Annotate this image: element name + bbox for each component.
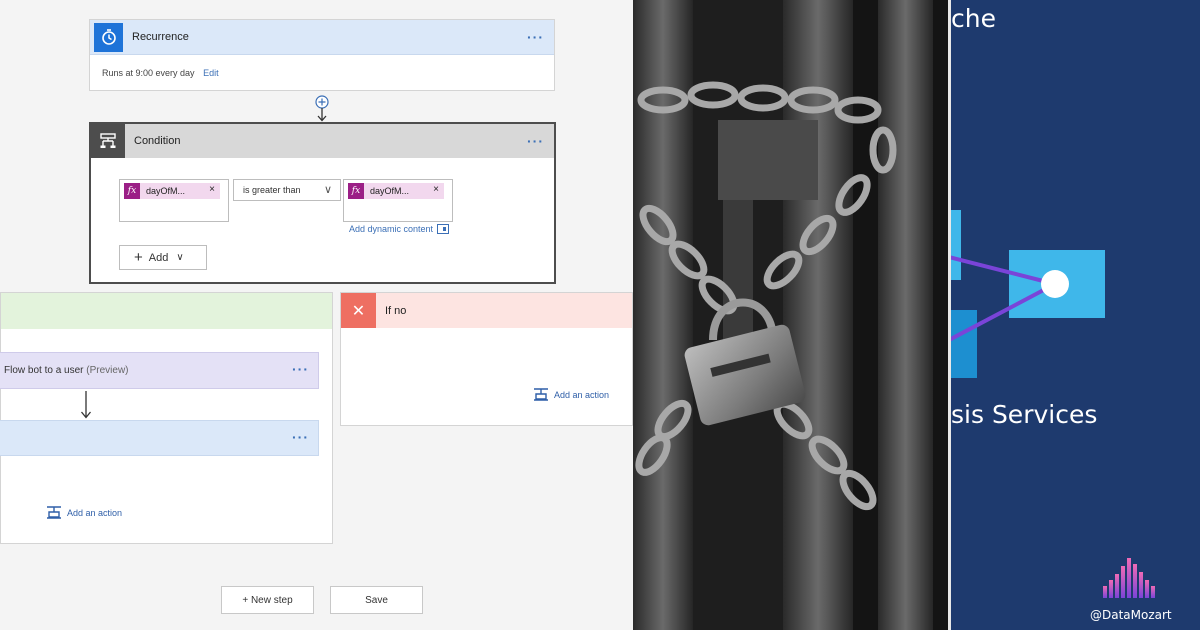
alarm-clock-icon xyxy=(94,22,123,52)
condition-card[interactable]: Condition ··· fx dayOfM... × is greater … xyxy=(89,122,556,284)
title-fragment-bottom: sis Services xyxy=(951,400,1098,429)
add-condition-button[interactable]: + Add ∨ xyxy=(119,245,207,270)
chained-padlock-photo xyxy=(633,0,948,630)
recurrence-runs-text: Runs at 9:00 every day xyxy=(102,68,195,78)
recurrence-card[interactable]: Recurrence ··· Runs at 9:00 every day Ed… xyxy=(89,19,555,91)
operator-value: is greater than xyxy=(243,185,301,195)
recurrence-header[interactable]: Recurrence ··· xyxy=(90,20,554,55)
if-no-header[interactable]: ✕ If no xyxy=(341,293,632,328)
down-arrow-connector xyxy=(80,391,92,419)
save-button[interactable]: Save xyxy=(330,586,423,614)
flow-designer: Recurrence ··· Runs at 9:00 every day Ed… xyxy=(0,0,633,630)
preview-tag: (Preview) xyxy=(86,365,129,376)
analysis-services-panel: che sis Services @DataMozart xyxy=(951,0,1200,630)
add-action-label: Add an action xyxy=(67,507,123,518)
condition-right-operand[interactable]: fx dayOfM... × xyxy=(343,179,453,222)
add-action-button-yes[interactable]: Add an action xyxy=(46,506,122,519)
expression-fx-icon: fx xyxy=(124,183,140,199)
plus-icon: + xyxy=(134,249,143,266)
flow-bot-action-card[interactable]: Flow bot to a user (Preview) ··· xyxy=(0,352,319,389)
new-step-button[interactable]: + New step xyxy=(221,586,314,614)
dynamic-token[interactable]: fx dayOfM... × xyxy=(348,183,444,199)
condition-menu-button[interactable]: ··· xyxy=(527,133,544,149)
flow-bot-title: Flow bot to a user (Preview) xyxy=(4,365,129,376)
if-no-branch: ✕ If no xyxy=(340,292,633,426)
title-fragment-top: che xyxy=(951,4,996,33)
recurrence-menu-button[interactable]: ··· xyxy=(527,29,544,45)
if-yes-header[interactable] xyxy=(1,293,332,329)
close-icon: ✕ xyxy=(341,293,376,328)
expression-fx-icon: fx xyxy=(348,183,364,199)
author-handle: @DataMozart xyxy=(1090,608,1172,622)
insert-step-connector[interactable] xyxy=(314,93,330,123)
token-label: dayOfM... xyxy=(146,186,186,196)
analysis-services-icon xyxy=(951,210,1105,378)
add-label: Add xyxy=(148,251,169,264)
dynamic-content-label: Add dynamic content xyxy=(349,224,434,234)
condition-title: Condition xyxy=(134,135,181,147)
add-action-icon xyxy=(47,506,61,519)
add-action-icon xyxy=(534,388,548,401)
dynamic-content-icon xyxy=(437,224,450,234)
add-action-button-no[interactable]: Add an action xyxy=(533,388,609,401)
recurrence-title: Recurrence xyxy=(132,31,189,43)
action-card[interactable]: ··· xyxy=(0,420,319,456)
chevron-down-icon: ∨ xyxy=(323,184,332,196)
flow-bot-title-text: Flow bot to a user xyxy=(4,365,84,376)
add-dynamic-content-link[interactable]: Add dynamic content xyxy=(349,224,450,234)
remove-token-icon[interactable]: × xyxy=(209,184,215,195)
flow-bot-menu-button[interactable]: ··· xyxy=(292,361,309,377)
recurrence-summary: Runs at 9:00 every day Edit xyxy=(102,68,219,78)
datamozart-logo-icon xyxy=(1103,558,1155,598)
remove-token-icon[interactable]: × xyxy=(433,184,439,195)
condition-left-operand[interactable]: fx dayOfM... × xyxy=(119,179,229,222)
chevron-down-icon: ∨ xyxy=(176,252,184,263)
condition-icon xyxy=(91,124,125,158)
add-action-label: Add an action xyxy=(554,389,610,400)
token-label: dayOfM... xyxy=(370,186,410,196)
condition-header[interactable]: Condition ··· xyxy=(91,124,554,158)
recurrence-edit-link[interactable]: Edit xyxy=(203,68,219,78)
operator-select[interactable]: is greater than ∨ xyxy=(233,179,341,201)
action-menu-button[interactable]: ··· xyxy=(292,429,309,445)
if-no-title: If no xyxy=(385,304,407,317)
dynamic-token[interactable]: fx dayOfM... × xyxy=(124,183,220,199)
